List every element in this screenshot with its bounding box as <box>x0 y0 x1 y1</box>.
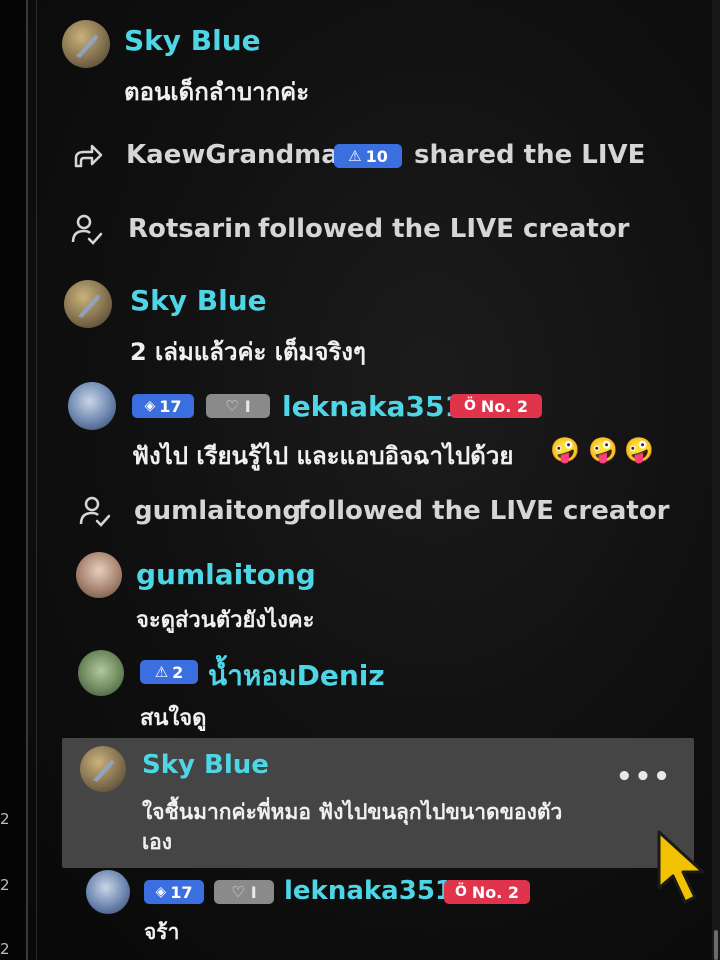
comment-username[interactable]: Sky Blue <box>142 750 269 780</box>
comment-message: 2 เล่มแล้วค่ะ เต็มจริงๆ <box>130 338 366 366</box>
medal-icon: Ö <box>463 398 476 414</box>
comment-message: ใจชื้นมากค่ะพี่หมอ ฟังไปขนลุกไปขนาดของตั… <box>142 800 563 824</box>
share-icon <box>74 144 103 168</box>
avatar[interactable] <box>76 552 122 598</box>
emoji-icon: 🤪 <box>550 436 580 464</box>
event-username[interactable]: Rotsarin <box>128 214 252 244</box>
more-options-button[interactable]: ••• <box>616 762 672 792</box>
diamond-icon: ◈ <box>144 398 156 414</box>
event-username[interactable]: KaewGrandma <box>126 140 339 170</box>
comment-message: จะดูส่วนตัวยังไงคะ <box>136 608 315 633</box>
avatar[interactable] <box>86 870 130 914</box>
divider <box>26 0 28 960</box>
diamond-icon: ◈ <box>155 884 167 900</box>
avatar[interactable] <box>64 280 112 328</box>
gutter-number: 2 <box>0 940 10 958</box>
emoji-icon: 🤪 <box>588 436 618 464</box>
level-badge: ⚠ 2 <box>140 660 198 684</box>
rank-badge: Ö No. 2 <box>444 880 530 904</box>
live-chat-screen: 2 2 2 Sky Blue ตอนเด็กลำบากค่ะ KaewGrand… <box>0 0 720 960</box>
medal-icon: Ö <box>454 884 467 900</box>
comment-username[interactable]: leknaka351 <box>282 390 464 423</box>
comment-message: ฟังไป เรียนรู้ไป และแอบอิจฉาไปด้วย <box>132 442 514 470</box>
fan-badge: ♡ I <box>206 394 270 418</box>
comment-message-continued: เอง <box>142 830 173 854</box>
scrollbar-track[interactable] <box>712 0 720 960</box>
level-value: 17 <box>170 882 193 902</box>
comment-message: จร้า <box>144 920 180 944</box>
comment-username[interactable]: gumlaitong <box>136 558 316 591</box>
level-badge: ◈ 17 <box>132 394 194 418</box>
avatar[interactable] <box>68 382 116 430</box>
follow-icon <box>71 214 103 245</box>
heart-icon: ♡ <box>225 397 239 415</box>
comment-message: สนใจดู <box>140 706 207 731</box>
follow-icon <box>79 496 111 527</box>
heart-icon: ♡ <box>231 883 245 901</box>
level-badge: ⚠ 10 <box>334 144 402 168</box>
rank-badge: Ö No. 2 <box>450 394 542 418</box>
emoji-icon: 🤪 <box>624 436 654 464</box>
level-badge: ◈ 17 <box>144 880 204 904</box>
comment-username[interactable]: น้ำหอมDeniz <box>208 654 385 698</box>
level-value: 10 <box>365 146 388 166</box>
scrollbar-thumb[interactable] <box>714 930 718 960</box>
event-text: shared the LIVE <box>414 140 646 170</box>
divider <box>36 0 37 960</box>
event-username[interactable]: gumlaitong <box>134 496 301 526</box>
level-value: 17 <box>159 396 182 416</box>
avatar[interactable] <box>78 650 124 696</box>
fan-level: I <box>250 882 257 902</box>
level-icon: ⚠ <box>154 663 169 681</box>
level-icon: ⚠ <box>348 147 362 165</box>
avatar[interactable] <box>80 746 126 792</box>
fan-badge: ♡ I <box>214 880 274 904</box>
comment-username[interactable]: leknaka351 <box>284 876 453 906</box>
event-text: followed the LIVE creator <box>298 496 670 526</box>
rank-value: No. 2 <box>471 882 520 902</box>
gutter-number: 2 <box>0 810 10 828</box>
comment-username[interactable]: Sky Blue <box>130 284 267 317</box>
event-text: followed the LIVE creator <box>258 214 630 244</box>
rank-value: No. 2 <box>480 396 529 416</box>
comment-message: ตอนเด็กลำบากค่ะ <box>124 78 310 106</box>
mouse-cursor-icon <box>657 830 705 904</box>
avatar[interactable] <box>62 20 110 68</box>
level-value: 2 <box>172 662 184 682</box>
comment-username[interactable]: Sky Blue <box>124 24 261 57</box>
gutter-number: 2 <box>0 876 10 894</box>
fan-level: I <box>244 396 251 416</box>
